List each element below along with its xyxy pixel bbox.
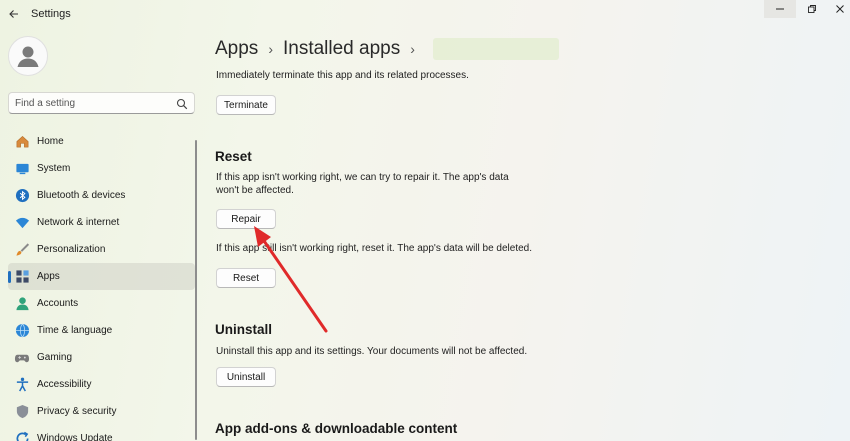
close-button[interactable] [824, 0, 850, 18]
accessibility-icon [14, 377, 30, 393]
user-icon [17, 46, 39, 67]
repair-button[interactable]: Repair [216, 209, 276, 229]
sidebar-nav: Home System Bluetooth & devices Network … [8, 128, 195, 441]
breadcrumb-installed-apps[interactable]: Installed apps [283, 38, 400, 60]
chevron-right-icon: › [268, 41, 273, 57]
back-button[interactable] [4, 4, 24, 24]
addons-section-heading: App add-ons & downloadable content [215, 421, 458, 436]
reset-section-heading: Reset [215, 149, 252, 164]
system-icon [14, 161, 30, 177]
sidebar-item-personalization[interactable]: Personalization [8, 236, 195, 263]
search-icon[interactable] [176, 98, 188, 110]
title-bar: Settings [0, 0, 850, 28]
breadcrumb-app-name-redacted [432, 38, 559, 60]
minimize-button[interactable] [764, 0, 796, 18]
sidebar-item-bluetooth[interactable]: Bluetooth & devices [8, 182, 195, 209]
sidebar-item-apps[interactable]: Apps [8, 263, 195, 290]
search-box[interactable] [8, 92, 195, 114]
chevron-right-icon: › [410, 41, 415, 57]
home-icon [14, 134, 30, 150]
bluetooth-icon [14, 188, 30, 204]
uninstall-section-heading: Uninstall [215, 322, 273, 337]
apps-icon [14, 269, 30, 285]
sidebar-item-system[interactable]: System [8, 155, 195, 182]
accounts-icon [14, 296, 30, 312]
reset-button[interactable]: Reset [216, 268, 276, 288]
sidebar-scrollbar[interactable] [195, 140, 197, 440]
window-title: Settings [31, 8, 71, 20]
breadcrumb-apps[interactable]: Apps [215, 38, 258, 60]
sidebar-item-privacy-security[interactable]: Privacy & security [8, 398, 195, 425]
reset-description: If this app still isn't working right, r… [216, 243, 533, 254]
sidebar-item-accessibility[interactable]: Accessibility [8, 371, 195, 398]
sidebar-item-network[interactable]: Network & internet [8, 209, 195, 236]
sidebar-item-windows-update[interactable]: Windows Update [8, 425, 195, 441]
close-icon [836, 5, 844, 13]
breadcrumb: Apps › Installed apps › [215, 36, 559, 62]
minimize-icon [776, 8, 784, 10]
terminate-button[interactable]: Terminate [216, 95, 276, 115]
wifi-icon [14, 215, 30, 231]
sidebar-item-home[interactable]: Home [8, 128, 195, 155]
sidebar-item-time-language[interactable]: Time & language [8, 317, 195, 344]
uninstall-description: Uninstall this app and its settings. You… [216, 346, 528, 357]
terminate-description: Immediately terminate this app and its r… [216, 70, 469, 81]
back-arrow-icon [9, 10, 18, 18]
restore-icon [808, 5, 816, 13]
shield-icon [14, 404, 30, 420]
brush-icon [14, 242, 30, 258]
sidebar-item-gaming[interactable]: Gaming [8, 344, 195, 371]
gamepad-icon [14, 350, 30, 366]
update-icon [14, 431, 30, 441]
search-input[interactable] [15, 96, 175, 111]
repair-description-line2: won't be affected. [216, 185, 294, 196]
sidebar-item-accounts[interactable]: Accounts [8, 290, 195, 317]
user-avatar[interactable] [8, 36, 48, 76]
uninstall-button[interactable]: Uninstall [216, 367, 276, 387]
repair-description-line1: If this app isn't working right, we can … [216, 172, 509, 183]
globe-icon [14, 323, 30, 339]
